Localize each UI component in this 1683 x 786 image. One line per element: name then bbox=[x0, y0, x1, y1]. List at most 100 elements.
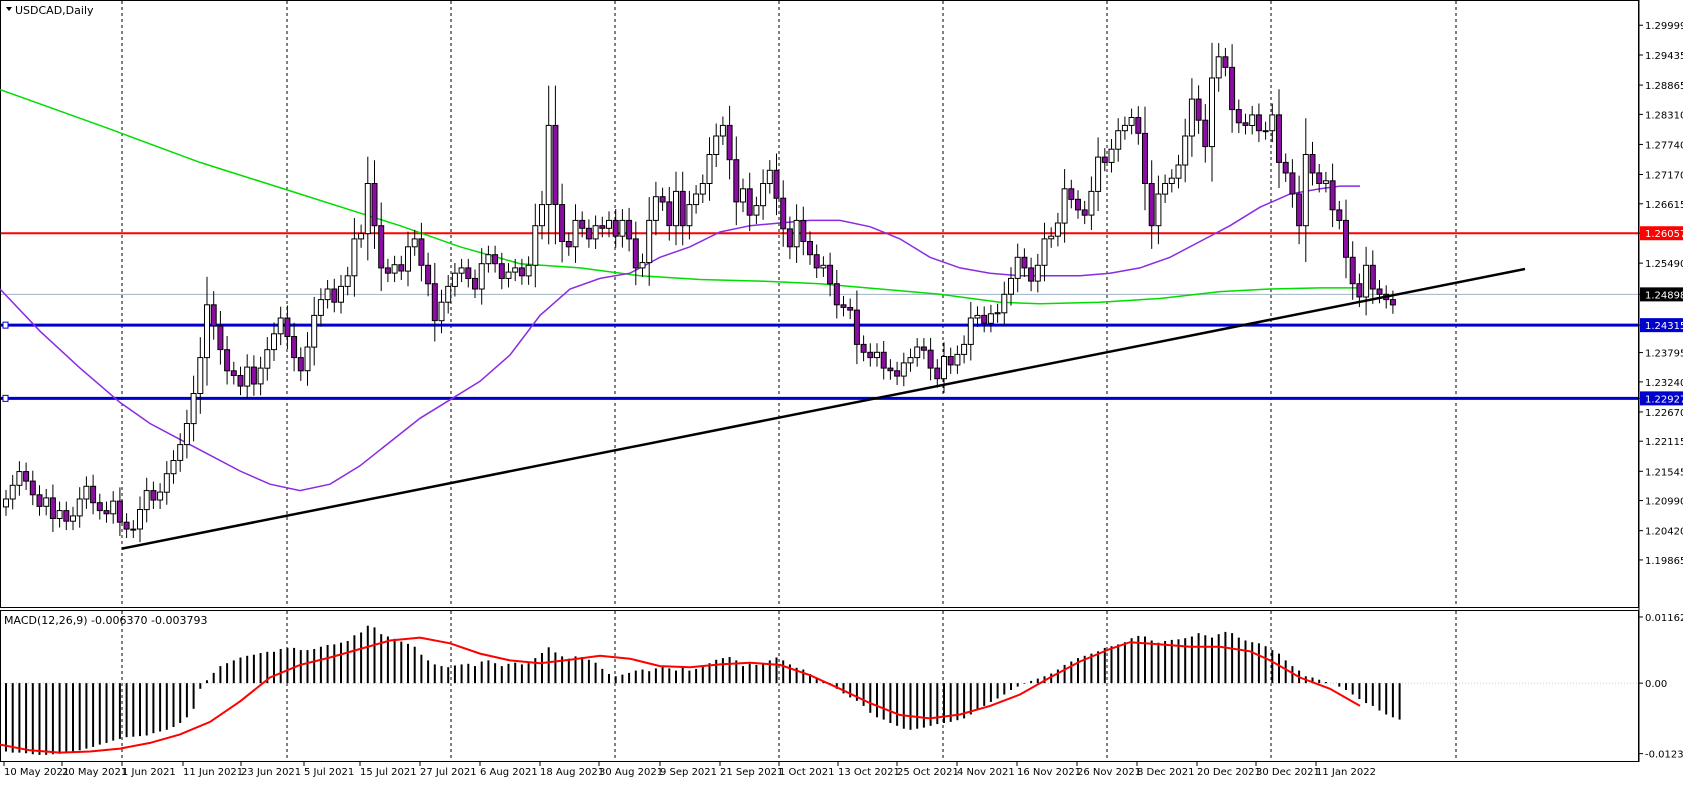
bullish-candle[interactable] bbox=[177, 444, 184, 461]
bearish-candle[interactable] bbox=[1289, 172, 1296, 195]
bearish-candle[interactable] bbox=[887, 367, 894, 372]
bullish-candle[interactable] bbox=[170, 460, 177, 475]
bearish-candle[interactable] bbox=[565, 241, 572, 248]
bearish-candle[interactable] bbox=[1021, 256, 1028, 269]
bullish-candle[interactable] bbox=[1061, 188, 1068, 224]
bullish-candle[interactable] bbox=[1095, 156, 1102, 192]
bullish-candle[interactable] bbox=[639, 262, 646, 269]
bullish-candle[interactable] bbox=[713, 135, 720, 155]
bullish-candle[interactable] bbox=[532, 225, 539, 266]
bullish-candle[interactable] bbox=[1041, 238, 1048, 266]
bullish-candle[interactable] bbox=[451, 272, 458, 287]
bullish-candle[interactable] bbox=[1088, 190, 1095, 216]
bullish-candle[interactable] bbox=[271, 333, 277, 351]
bearish-candle[interactable] bbox=[237, 375, 244, 387]
bearish-candle[interactable] bbox=[230, 370, 237, 376]
bullish-candle[interactable] bbox=[204, 304, 210, 359]
bearish-candle[interactable] bbox=[559, 204, 566, 243]
bullish-candle[interactable] bbox=[3, 498, 9, 508]
bullish-candle[interactable] bbox=[525, 264, 532, 277]
bullish-candle[interactable] bbox=[907, 357, 914, 364]
bullish-candle[interactable] bbox=[311, 314, 318, 348]
bullish-candle[interactable] bbox=[143, 490, 150, 511]
bearish-candle[interactable] bbox=[1068, 188, 1075, 200]
bullish-candle[interactable] bbox=[304, 346, 311, 372]
bullish-candle[interactable] bbox=[760, 183, 767, 207]
bearish-candle[interactable] bbox=[1142, 132, 1148, 184]
bullish-candle[interactable] bbox=[619, 219, 626, 237]
bullish-candle[interactable] bbox=[505, 271, 512, 279]
bearish-candle[interactable] bbox=[1296, 193, 1303, 227]
bullish-candle[interactable] bbox=[183, 423, 190, 446]
bearish-candle[interactable] bbox=[150, 490, 157, 501]
bearish-candle[interactable] bbox=[1229, 66, 1236, 111]
bullish-candle[interactable] bbox=[1249, 114, 1256, 127]
bullish-candle[interactable] bbox=[606, 219, 612, 229]
bearish-candle[interactable] bbox=[833, 283, 840, 306]
bearish-candle[interactable] bbox=[1081, 209, 1088, 216]
bullish-candle[interactable] bbox=[1034, 264, 1041, 282]
bullish-candle[interactable] bbox=[56, 510, 63, 520]
bearish-candle[interactable] bbox=[659, 196, 666, 203]
bearish-candle[interactable] bbox=[860, 343, 867, 353]
bullish-candle[interactable] bbox=[478, 263, 485, 290]
bearish-candle[interactable] bbox=[1235, 109, 1242, 124]
bullish-candle[interactable] bbox=[405, 246, 411, 272]
level-handle[interactable] bbox=[2, 321, 9, 329]
bearish-candle[interactable] bbox=[465, 267, 472, 279]
bullish-candle[interactable] bbox=[1162, 183, 1169, 195]
bullish-candle[interactable] bbox=[157, 491, 164, 501]
bullish-candle[interactable] bbox=[1209, 77, 1215, 148]
bearish-candle[interactable] bbox=[1101, 156, 1108, 163]
bearish-candle[interactable] bbox=[733, 159, 740, 203]
bullish-candle[interactable] bbox=[793, 219, 800, 248]
bearish-candle[interactable] bbox=[1356, 283, 1363, 298]
bearish-candle[interactable] bbox=[827, 264, 834, 285]
bullish-candle[interactable] bbox=[411, 238, 418, 248]
bullish-candle[interactable] bbox=[1182, 135, 1189, 166]
bullish-candle[interactable] bbox=[1188, 98, 1195, 137]
bearish-candle[interactable] bbox=[780, 197, 787, 230]
bearish-candle[interactable] bbox=[927, 349, 934, 369]
bullish-candle[interactable] bbox=[1269, 114, 1276, 132]
bearish-candle[interactable] bbox=[518, 267, 525, 277]
bullish-candle[interactable] bbox=[967, 317, 974, 345]
bullish-candle[interactable] bbox=[257, 367, 264, 385]
bearish-candle[interactable] bbox=[599, 225, 606, 229]
bearish-candle[interactable] bbox=[853, 309, 860, 345]
bearish-candle[interactable] bbox=[425, 264, 432, 285]
bearish-candle[interactable] bbox=[1389, 299, 1396, 306]
bullish-candle[interactable] bbox=[130, 528, 137, 531]
bearish-candle[interactable] bbox=[786, 228, 793, 248]
bearish-candle[interactable] bbox=[612, 219, 619, 237]
bullish-candle[interactable] bbox=[987, 313, 994, 324]
bearish-candle[interactable] bbox=[284, 317, 291, 337]
bearish-candle[interactable] bbox=[297, 357, 304, 372]
price-axis[interactable]: 1.29999 1.29435 1.28865 1.28310 1.27740 1.271… bbox=[1639, 21, 1683, 567]
bearish-candle[interactable] bbox=[103, 510, 110, 515]
bearish-candle[interactable] bbox=[36, 494, 43, 507]
bearish-candle[interactable] bbox=[1195, 98, 1202, 121]
bullish-candle[interactable] bbox=[277, 317, 284, 335]
bullish-candle[interactable] bbox=[1054, 222, 1061, 237]
bullish-candle[interactable] bbox=[485, 254, 492, 265]
bullish-candle[interactable] bbox=[445, 285, 452, 303]
bullish-candle[interactable] bbox=[512, 267, 519, 273]
bullish-candle[interactable] bbox=[364, 183, 371, 235]
bearish-candle[interactable] bbox=[116, 500, 123, 523]
bullish-candle[interactable] bbox=[646, 219, 653, 264]
bearish-candle[interactable] bbox=[492, 254, 499, 265]
bearish-candle[interactable] bbox=[632, 238, 639, 269]
bearish-candle[interactable] bbox=[1148, 183, 1155, 227]
bullish-candle[interactable] bbox=[545, 124, 552, 205]
bullish-candle[interactable] bbox=[1302, 154, 1309, 227]
bullish-candle[interactable] bbox=[954, 353, 961, 366]
bearish-candle[interactable] bbox=[1255, 114, 1262, 132]
bullish-candle[interactable] bbox=[740, 188, 746, 203]
bullish-candle[interactable] bbox=[391, 264, 398, 274]
bullish-candle[interactable] bbox=[673, 190, 679, 227]
bullish-candle[interactable] bbox=[994, 312, 1001, 315]
bullish-candle[interactable] bbox=[264, 349, 271, 369]
bullish-candle[interactable] bbox=[1048, 235, 1055, 240]
bullish-candle[interactable] bbox=[83, 485, 90, 500]
